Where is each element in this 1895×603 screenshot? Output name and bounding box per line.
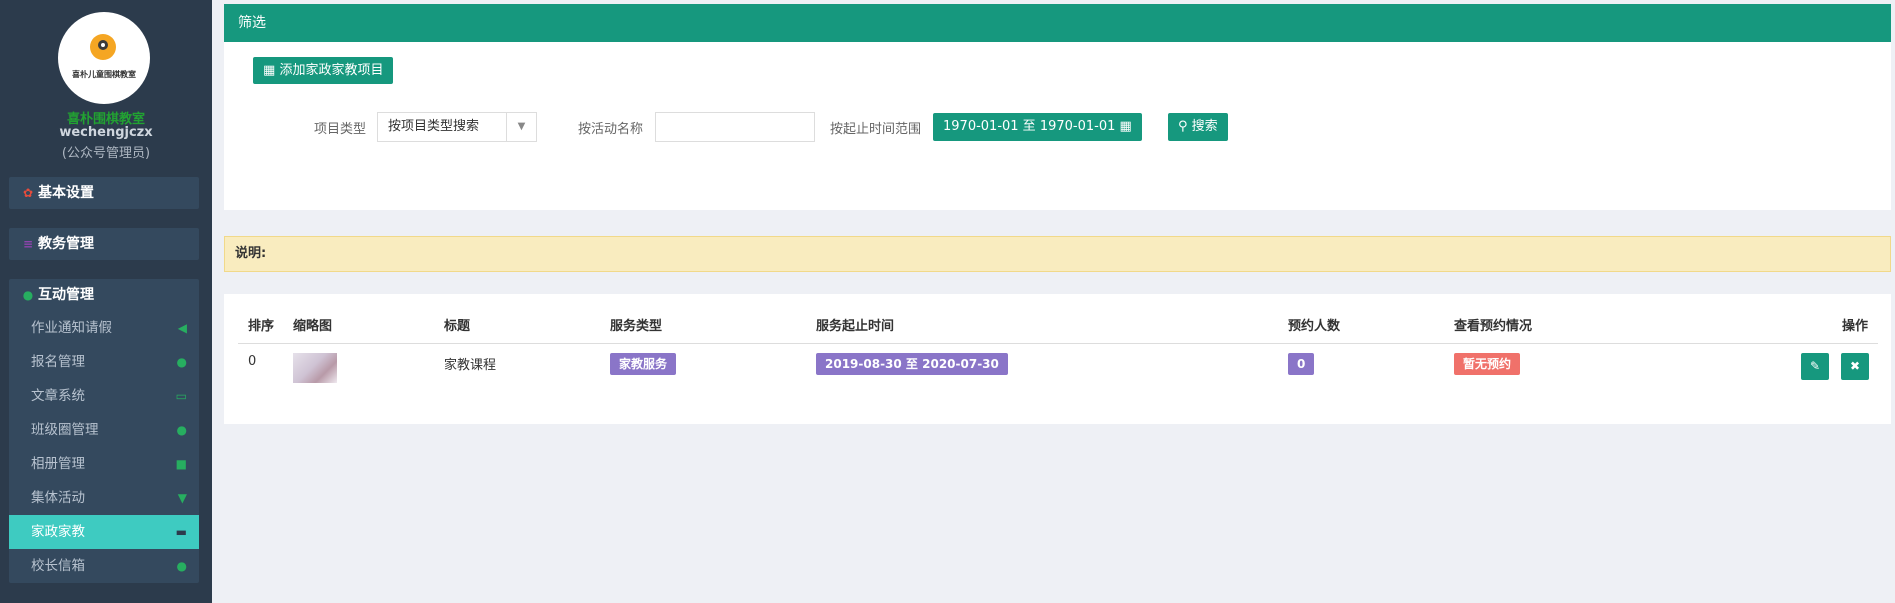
count-badge: 0 bbox=[1288, 353, 1315, 375]
logo-mark-icon bbox=[90, 34, 116, 60]
type-select[interactable]: 按项目类型搜索 ▼ bbox=[377, 112, 537, 142]
close-icon: ✖ bbox=[1849, 359, 1861, 373]
sidebar-item-homework[interactable]: 作业通知请假 ◀ bbox=[9, 311, 199, 345]
sidebar-item-housekeeping[interactable]: 家政家教 ▬ bbox=[9, 515, 199, 549]
sidebar-item-principal-mailbox[interactable]: 校长信箱 ● bbox=[9, 549, 199, 583]
camera-icon: ■ bbox=[175, 457, 187, 471]
brand-role: (公众号管理员) bbox=[61, 146, 151, 161]
notice-bar: 说明: bbox=[224, 236, 1891, 272]
desktop-icon: ▭ bbox=[175, 389, 187, 403]
search-label: 搜索 bbox=[1191, 119, 1218, 134]
add-project-label: 添加家政家教项目 bbox=[279, 63, 384, 78]
sidebar-item-label: 作业通知请假 bbox=[31, 320, 112, 336]
search-icon: ⚲ bbox=[1178, 119, 1188, 134]
nav-head-basic-settings[interactable]: ✿ 基本设置 bbox=[9, 177, 199, 209]
booking-status-badge[interactable]: 暂无预约 bbox=[1454, 353, 1521, 375]
add-project-button[interactable]: ▦ 添加家政家教项目 bbox=[253, 57, 394, 84]
sidebar-item-registration[interactable]: 报名管理 ● bbox=[9, 345, 199, 379]
filter-panel-title: 筛选 bbox=[224, 4, 1891, 42]
comments-icon: ● bbox=[176, 355, 187, 369]
table-header-booking-status: 查看预约情况 bbox=[1454, 319, 1533, 334]
row-order: 0 bbox=[248, 354, 257, 369]
nav-group-basic-settings: ✿ 基本设置 bbox=[9, 177, 199, 209]
sidebar-item-label: 文章系统 bbox=[31, 388, 85, 404]
bullhorn-icon: ◀ bbox=[177, 321, 187, 335]
nav-head-label: 互动管理 bbox=[38, 287, 94, 303]
brand-username: wechengjczx bbox=[59, 125, 153, 140]
chevron-down-icon: ▼ bbox=[506, 113, 536, 141]
nav-group-interaction: ● 互动管理 作业通知请假 ◀ 报名管理 ● 文章系统 ▭ 班级圈管理 ● 相册管理 ■ 集… bbox=[9, 279, 199, 583]
table-header-period: 服务起止时间 bbox=[816, 319, 895, 334]
date-range-value: 1970-01-01 至 1970-01-01 bbox=[943, 119, 1116, 134]
range-filter-label: 按起止时间范围 bbox=[830, 122, 922, 137]
sidebar-item-album[interactable]: 相册管理 ■ bbox=[9, 447, 199, 481]
type-filter-label: 项目类型 bbox=[314, 122, 367, 137]
sidebar-item-label: 班级圈管理 bbox=[31, 422, 99, 438]
filter-panel: 筛选 ▦ 添加家政家教项目 项目类型 按项目类型搜索 ▼ 按活动名称 按起止时间… bbox=[224, 4, 1891, 210]
row-thumbnail[interactable] bbox=[293, 353, 337, 383]
comments-icon: ● bbox=[176, 423, 187, 437]
name-input[interactable] bbox=[655, 112, 815, 142]
sidebar-item-label: 相册管理 bbox=[31, 456, 85, 472]
database-icon: ≡ bbox=[22, 237, 34, 251]
service-type-badge: 家教服务 bbox=[610, 353, 677, 375]
nav-head-academic[interactable]: ≡ 教务管理 bbox=[9, 228, 199, 260]
table-header-title: 标题 bbox=[444, 319, 471, 334]
sidebar-item-class-circle[interactable]: 班级圈管理 ● bbox=[9, 413, 199, 447]
sidebar-item-label: 校长信箱 bbox=[31, 558, 85, 574]
date-range-button[interactable]: 1970-01-01 至 1970-01-01 ▦ bbox=[933, 113, 1142, 141]
brand-area: 喜朴儿童围棋教室 喜朴围棋教室 wechengjczx (公众号管理员) bbox=[0, 0, 212, 170]
table-header-thumbnail: 缩略图 bbox=[293, 319, 333, 334]
coffee-icon: ▬ bbox=[175, 525, 187, 539]
nav-head-label: 教务管理 bbox=[38, 236, 94, 252]
table-header-count: 预约人数 bbox=[1288, 319, 1341, 334]
edit-button[interactable]: ✎ bbox=[1801, 353, 1829, 380]
sidebar-item-label: 集体活动 bbox=[31, 490, 85, 506]
search-button[interactable]: ⚲ 搜索 bbox=[1168, 113, 1228, 141]
trophy-icon: ▼ bbox=[177, 491, 187, 505]
nav-group-academic: ≡ 教务管理 bbox=[9, 228, 199, 260]
table-header-divider bbox=[238, 343, 1878, 344]
logo-text: 喜朴儿童围棋教室 bbox=[72, 70, 136, 79]
period-badge: 2019-08-30 至 2020-07-30 bbox=[816, 353, 1008, 375]
list-icon: ▦ bbox=[263, 63, 276, 78]
sidebar-item-group-activity[interactable]: 集体活动 ▼ bbox=[9, 481, 199, 515]
sidebar-item-label: 家政家教 bbox=[31, 524, 85, 540]
comments-icon: ● bbox=[22, 288, 34, 302]
nav-head-label: 基本设置 bbox=[38, 185, 94, 201]
calendar-icon: ▦ bbox=[1119, 119, 1132, 134]
gear-icon: ✿ bbox=[22, 186, 34, 200]
table-header-service-type: 服务类型 bbox=[610, 319, 663, 334]
row-title: 家教课程 bbox=[444, 358, 497, 373]
sidebar: 喜朴儿童围棋教室 喜朴围棋教室 wechengjczx (公众号管理员) ✿ 基本… bbox=[0, 0, 212, 603]
table-header-order: 排序 bbox=[248, 319, 275, 334]
sidebar-item-label: 报名管理 bbox=[31, 354, 85, 370]
table-panel: 排序 缩略图 标题 服务类型 服务起止时间 预约人数 查看预约情况 操作 0 家… bbox=[224, 294, 1891, 424]
type-select-value: 按项目类型搜索 bbox=[388, 119, 480, 134]
sidebar-item-articles[interactable]: 文章系统 ▭ bbox=[9, 379, 199, 413]
pencil-icon: ✎ bbox=[1809, 359, 1821, 373]
comments-icon: ● bbox=[176, 559, 187, 573]
table-header-actions: 操作 bbox=[1842, 319, 1869, 334]
name-filter-label: 按活动名称 bbox=[578, 122, 644, 137]
nav-head-interaction[interactable]: ● 互动管理 bbox=[9, 279, 199, 311]
delete-button[interactable]: ✖ bbox=[1841, 353, 1869, 380]
logo: 喜朴儿童围棋教室 bbox=[58, 12, 150, 104]
